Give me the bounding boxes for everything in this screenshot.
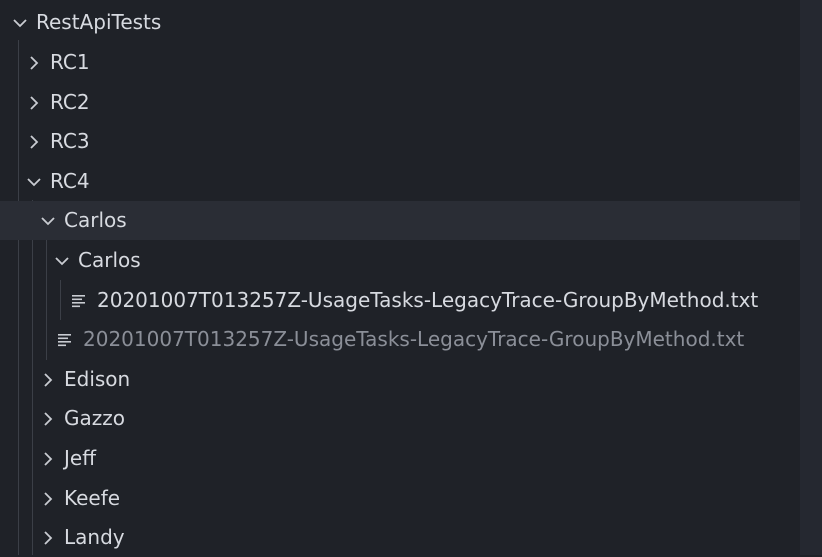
tree-item-jeff[interactable]: Jeff: [0, 439, 822, 478]
tree-item-label: RC3: [50, 129, 90, 153]
tree-item-label: Jeff: [64, 446, 96, 470]
tree-item-label: Gazzo: [64, 406, 125, 430]
file-text-icon: [69, 291, 89, 311]
tree-item-file-outer[interactable]: 20201007T013257Z-UsageTasks-LegacyTrace-…: [0, 320, 822, 359]
tree-item-label: Keefe: [64, 486, 121, 510]
vertical-scrollbar[interactable]: [800, 0, 822, 555]
tree-item-carlos-inner[interactable]: Carlos: [0, 241, 822, 280]
chevron-right-icon[interactable]: [24, 53, 44, 73]
file-tree: RestApiTests RC1 RC2 RC3 RC4 Carlos Carl…: [0, 0, 822, 555]
tree-item-file-inner[interactable]: 20201007T013257Z-UsageTasks-LegacyTrace-…: [0, 281, 822, 320]
tree-item-label: Edison: [64, 367, 131, 391]
tree-item-label: Carlos: [64, 208, 127, 232]
tree-item-edison[interactable]: Edison: [0, 360, 822, 399]
tree-item-label: RC4: [50, 169, 90, 193]
file-text-icon: [55, 330, 75, 350]
chevron-down-icon[interactable]: [24, 172, 44, 192]
chevron-right-icon[interactable]: [38, 370, 58, 390]
tree-item-label: Carlos: [78, 248, 141, 272]
chevron-right-icon[interactable]: [38, 489, 58, 509]
tree-item-gazzo[interactable]: Gazzo: [0, 399, 822, 438]
tree-item-keefe[interactable]: Keefe: [0, 479, 822, 518]
chevron-right-icon[interactable]: [24, 132, 44, 152]
tree-item-rc4[interactable]: RC4: [0, 162, 822, 201]
chevron-right-icon[interactable]: [38, 528, 58, 548]
chevron-down-icon[interactable]: [38, 211, 58, 231]
tree-item-label: RC2: [50, 90, 90, 114]
chevron-down-icon[interactable]: [52, 251, 72, 271]
tree-item-label: 20201007T013257Z-UsageTasks-LegacyTrace-…: [97, 288, 759, 312]
tree-item-label: RC1: [50, 50, 90, 74]
tree-item-carlos[interactable]: Carlos: [0, 201, 822, 240]
tree-item-rc1[interactable]: RC1: [0, 43, 822, 82]
tree-item-label: 20201007T013257Z-UsageTasks-LegacyTrace-…: [83, 327, 745, 351]
chevron-down-icon[interactable]: [10, 13, 30, 33]
tree-item-restapitests[interactable]: RestApiTests: [0, 3, 810, 42]
tree-item-landy[interactable]: Landy: [0, 518, 822, 557]
tree-item-rc3[interactable]: RC3: [0, 122, 822, 161]
tree-item-label: Landy: [64, 525, 125, 549]
tree-item-rc2[interactable]: RC2: [0, 83, 822, 122]
chevron-right-icon[interactable]: [38, 449, 58, 469]
chevron-right-icon[interactable]: [24, 93, 44, 113]
chevron-right-icon[interactable]: [38, 409, 58, 429]
tree-item-label: RestApiTests: [36, 10, 162, 34]
